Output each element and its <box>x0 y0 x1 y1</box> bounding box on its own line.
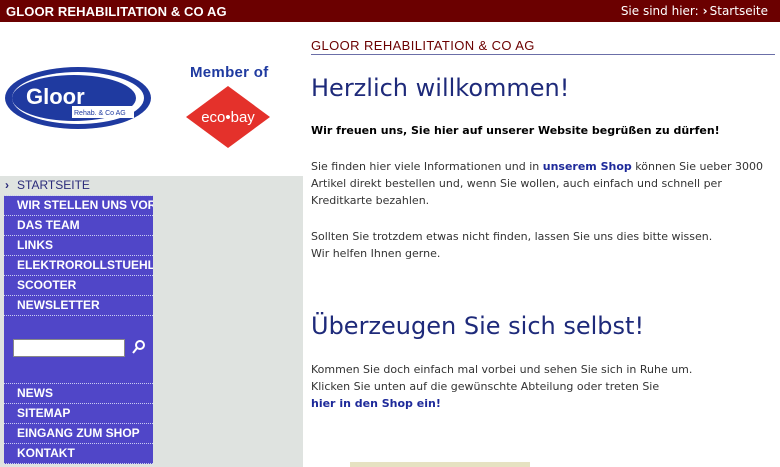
gloor-logo[interactable]: Gloor Rehab. & Co AG <box>4 66 152 130</box>
intro-paragraph: Sie finden hier viele Informationen und … <box>311 158 773 209</box>
nav-item-links[interactable]: LINKS <box>4 236 153 256</box>
top-bar: GLOOR REHABILITATION & CO AG Sie sind hi… <box>0 0 780 22</box>
nav-item-startseite[interactable]: › STARTSEITE <box>4 176 153 196</box>
gloor-logo-sub: Rehab. & Co AG <box>74 110 126 117</box>
main-content: GLOOR REHABILITATION & CO AG Herzlich wi… <box>311 38 775 410</box>
search-input[interactable] <box>13 339 125 357</box>
department-banner-edge <box>350 462 530 467</box>
member-of-label: Member of <box>190 64 269 81</box>
ecobay-logo[interactable]: eco•bay <box>186 86 270 148</box>
visit-line-2: Klicken Sie unten auf die gewünschte Abt… <box>311 380 660 393</box>
help-line-1: Sollten Sie trotzdem etwas nicht finden,… <box>311 230 713 243</box>
breadcrumb: Sie sind hier: › Startseite <box>621 4 768 18</box>
nav-item-sitemap[interactable]: SITEMAP <box>4 404 153 424</box>
search-icon[interactable] <box>130 338 148 356</box>
enter-shop-link[interactable]: hier in den Shop ein! <box>311 397 441 410</box>
nav-item-scooter[interactable]: SCOOTER <box>4 276 153 296</box>
nav-item-label: SCOOTER <box>17 278 77 292</box>
visit-paragraph: Kommen Sie doch einfach mal vorbei und s… <box>311 361 692 412</box>
help-line-2: Wir helfen Ihnen gerne. <box>311 247 441 260</box>
chevron-right-icon: › <box>702 4 708 18</box>
main-navigation: › STARTSEITE WIR STELLEN UNS VOR DAS TEAM… <box>4 176 153 464</box>
shop-link[interactable]: unserem Shop <box>543 160 632 173</box>
nav-item-elektrorollstuehle[interactable]: ELEKTROROLLSTUEHLE <box>4 256 153 276</box>
nav-item-das-team[interactable]: DAS TEAM <box>4 216 153 236</box>
nav-item-label: SITEMAP <box>17 406 71 420</box>
ecobay-logo-text: eco•bay <box>201 109 255 126</box>
search-block <box>4 316 153 384</box>
nav-item-label: KONTAKT <box>17 446 75 460</box>
nav-item-news[interactable]: NEWS <box>4 384 153 404</box>
welcome-lead: Wir freuen uns, Sie hier auf unserer Web… <box>311 124 720 137</box>
help-paragraph: Sollten Sie trotzdem etwas nicht finden,… <box>311 228 712 262</box>
breadcrumb-current-link[interactable]: Startseite <box>710 4 768 18</box>
nav-item-label: DAS TEAM <box>17 218 80 232</box>
nav-item-label: WIR STELLEN UNS VOR <box>17 198 153 212</box>
intro-text-a: Sie finden hier viele Informationen und … <box>311 160 543 173</box>
nav-item-label: STARTSEITE <box>17 178 90 192</box>
nav-item-label: ELEKTROROLLSTUEHLE <box>17 258 153 272</box>
site-brand: GLOOR REHABILITATION & CO AG <box>6 4 227 19</box>
chevron-right-icon: › <box>5 178 9 192</box>
convince-title: Überzeugen Sie sich selbst! <box>311 312 645 340</box>
breadcrumb-prefix: Sie sind hier: <box>620 4 699 18</box>
visit-line-1: Kommen Sie doch einfach mal vorbei und s… <box>311 363 693 376</box>
nav-item-newsletter[interactable]: NEWSLETTER <box>4 296 153 316</box>
welcome-title: Herzlich willkommen! <box>311 74 570 102</box>
nav-item-eingang-zum-shop[interactable]: EINGANG ZUM SHOP <box>4 424 153 444</box>
gloor-logo-text: Gloor <box>26 84 85 109</box>
nav-item-label: EINGANG ZUM SHOP <box>17 426 140 440</box>
nav-item-kontakt[interactable]: KONTAKT <box>4 444 153 464</box>
nav-item-label: LINKS <box>17 238 53 252</box>
nav-item-label: NEWS <box>17 386 53 400</box>
section-header: GLOOR REHABILITATION & CO AG <box>311 38 775 55</box>
nav-item-label: NEWSLETTER <box>17 298 100 312</box>
nav-item-wir-stellen-uns-vor[interactable]: WIR STELLEN UNS VOR <box>4 196 153 216</box>
